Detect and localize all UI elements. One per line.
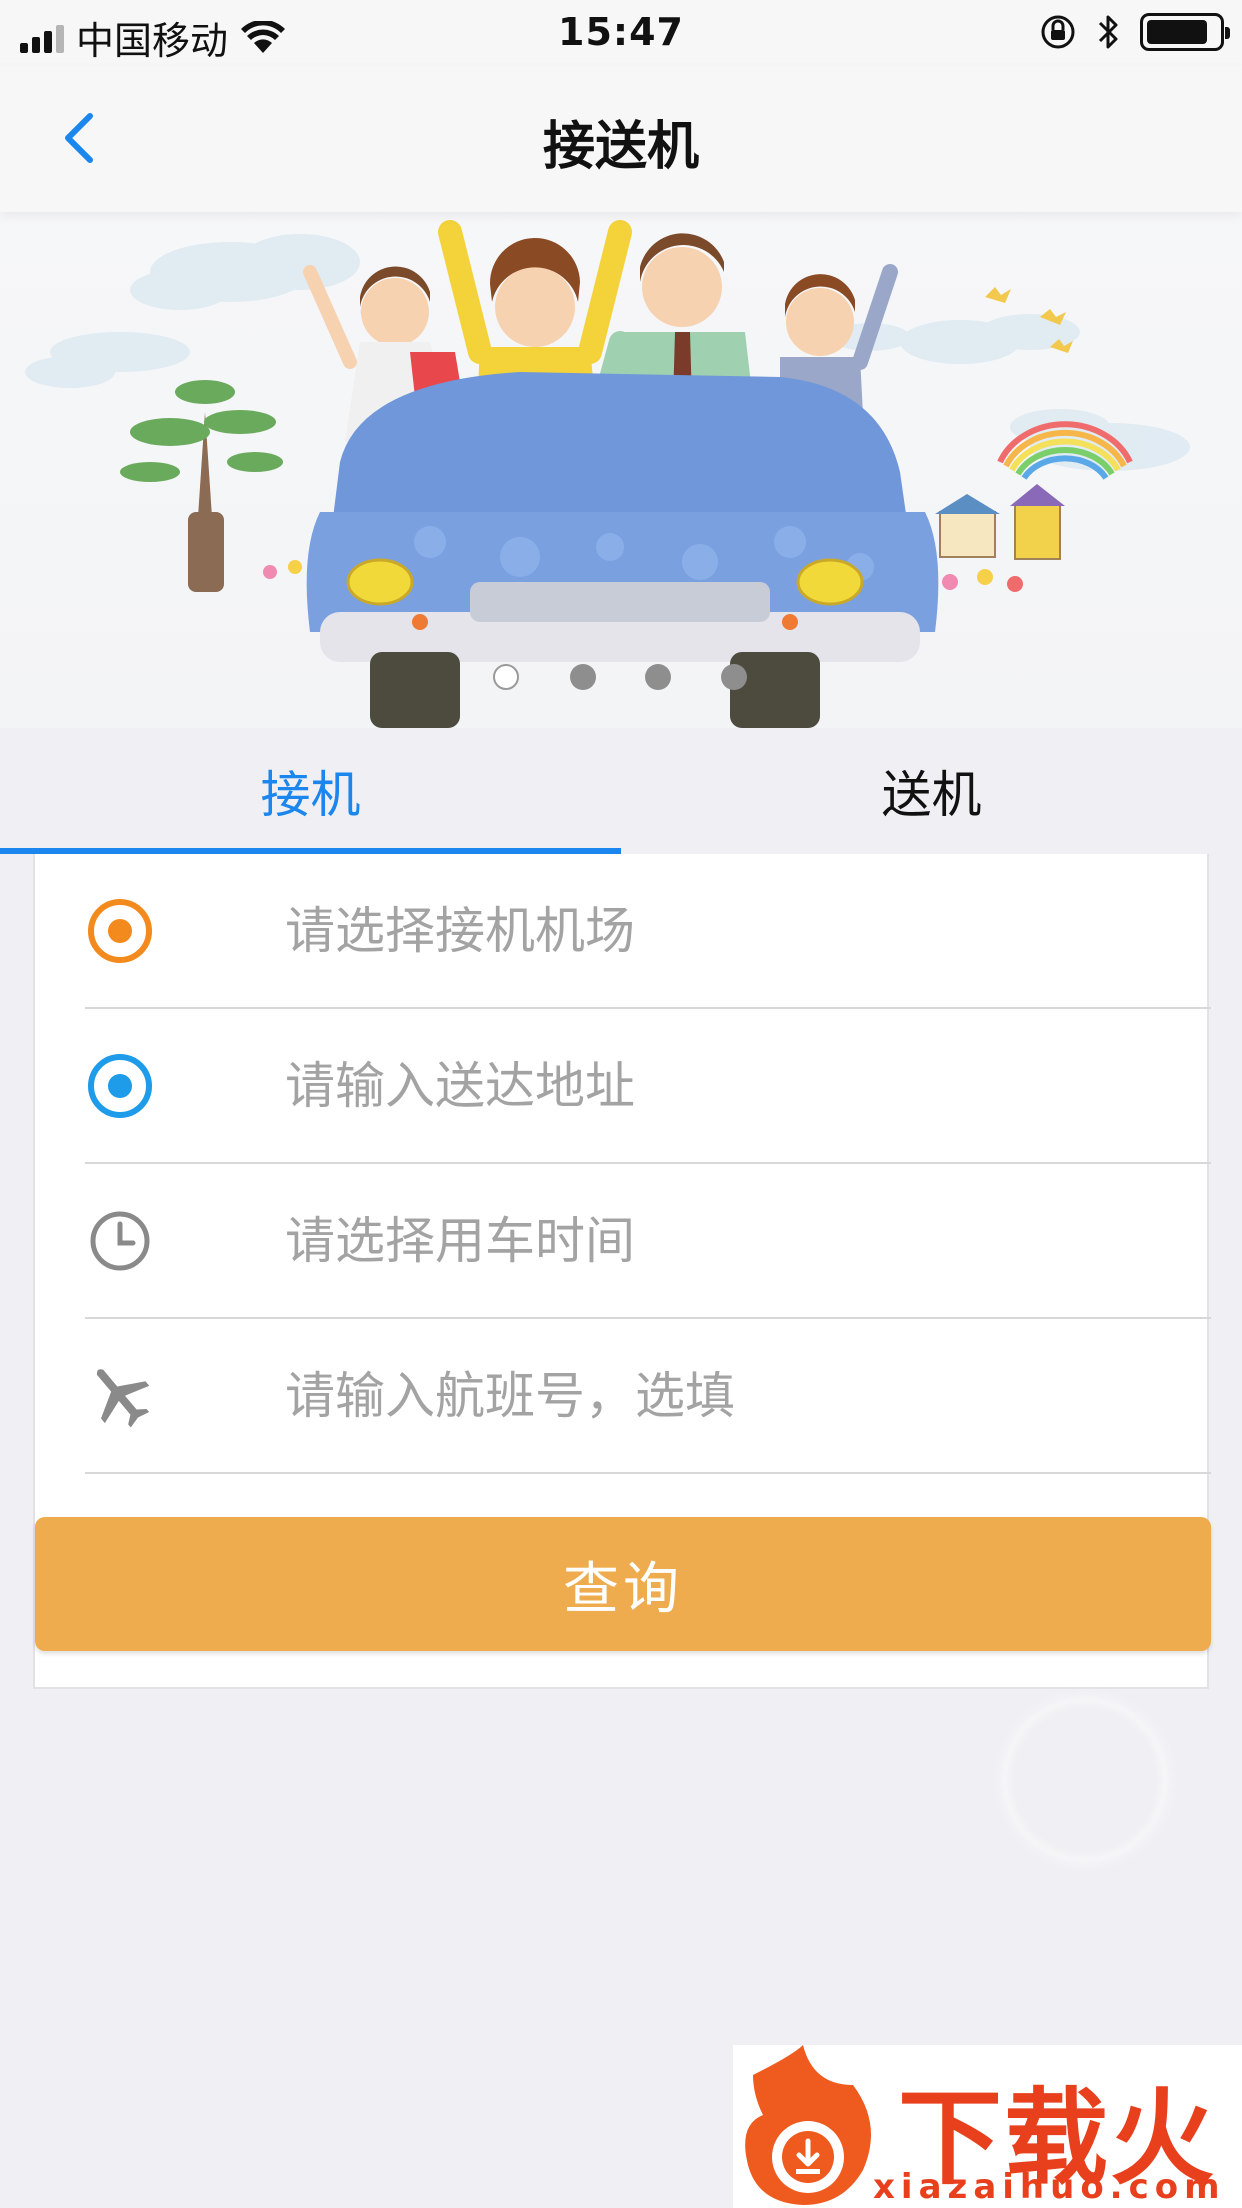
address-input[interactable] [285, 1009, 1191, 1162]
tab-dropoff[interactable]: 送机 [621, 728, 1242, 854]
query-button[interactable]: 查询 [35, 1517, 1211, 1651]
watermark-logo: 下载火 xiazaihuo.com [733, 2045, 1242, 2208]
status-right [1038, 12, 1230, 52]
time-select-input[interactable] [285, 1164, 1191, 1317]
carousel-pagination [0, 664, 1242, 692]
floating-assistive-button[interactable] [1005, 1700, 1165, 1860]
airport-select-input[interactable] [285, 854, 1191, 1007]
airplane-icon [85, 1361, 155, 1431]
carousel-dot[interactable] [721, 664, 747, 690]
tab-pickup[interactable]: 接机 [0, 728, 621, 854]
navigation-bar: 接送机 [0, 66, 1242, 212]
flight-row[interactable] [85, 1319, 1211, 1474]
destination-dot-icon [85, 1051, 155, 1121]
carousel-dot[interactable] [645, 664, 671, 690]
watermark-url: xiazaihuo.com [873, 2167, 1226, 2207]
page-title: 接送机 [542, 117, 699, 177]
booking-form: 查询 [33, 854, 1211, 1689]
flight-number-input[interactable] [285, 1319, 1191, 1472]
clock-icon [85, 1206, 155, 1276]
status-bar: 中国移动 15:47 [0, 0, 1242, 66]
carousel-dot[interactable] [570, 664, 596, 690]
address-row[interactable] [85, 1009, 1211, 1164]
banner-carousel[interactable] [0, 212, 1242, 728]
time-row[interactable] [85, 1164, 1211, 1319]
tab-bar: 接机 送机 [0, 728, 1242, 854]
flame-logo-icon [745, 2045, 871, 2205]
family-car-illustration [25, 220, 1190, 728]
bluetooth-icon [1098, 15, 1118, 49]
carousel-dot[interactable] [493, 664, 519, 690]
airport-row[interactable] [85, 854, 1211, 1009]
battery-icon [1140, 13, 1230, 51]
orientation-lock-icon [1041, 15, 1075, 49]
pickup-airport-dot-icon [85, 896, 155, 966]
